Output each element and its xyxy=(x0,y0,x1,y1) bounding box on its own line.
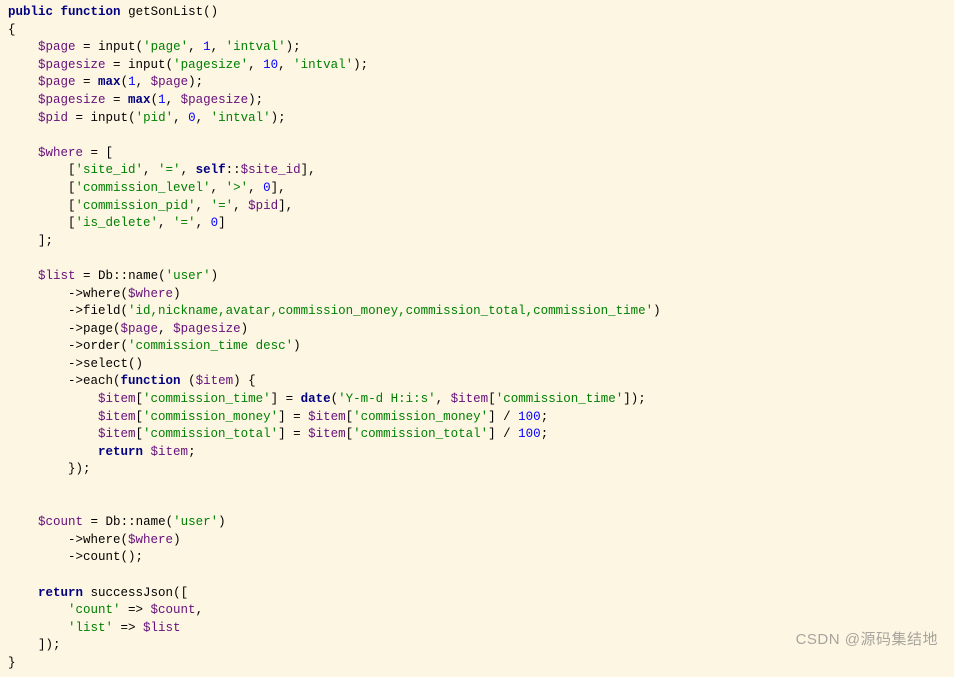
watermark: CSDN @源码集结地 xyxy=(796,628,938,649)
brace-close: } xyxy=(8,656,16,670)
kw-function: function xyxy=(61,5,121,19)
function-name: getSonList xyxy=(128,5,203,19)
code-block: public function getSonList() { $page = i… xyxy=(0,0,954,677)
kw-public: public xyxy=(8,5,53,19)
brace-open: { xyxy=(8,23,16,37)
paren: () xyxy=(203,5,218,19)
